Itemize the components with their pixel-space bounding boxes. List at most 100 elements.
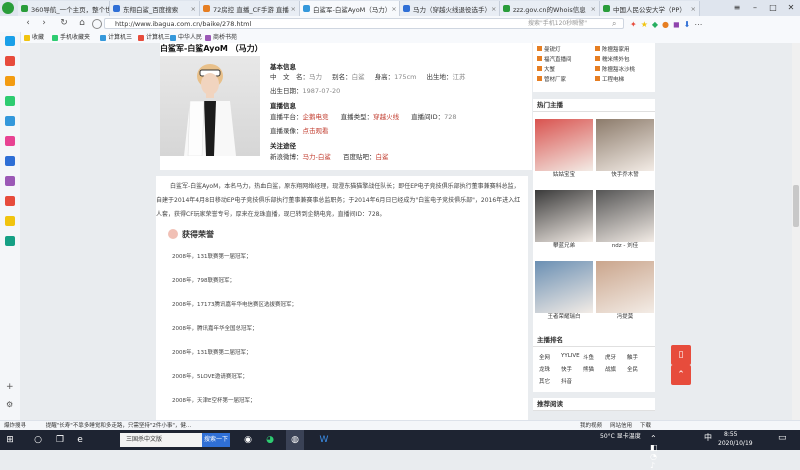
tab-close-icon[interactable]: ×	[191, 5, 199, 13]
taskbar-search-button[interactable]: 搜索一下	[202, 433, 230, 447]
promo-link[interactable]: 福汽直播间	[537, 55, 572, 63]
bookmark-item[interactable]: 收藏	[24, 32, 44, 43]
tab-close-icon[interactable]: ×	[391, 5, 399, 13]
status-left[interactable]: 爆炸搜寻	[4, 423, 26, 429]
anchor-photo[interactable]	[596, 119, 654, 171]
add-icon[interactable]: +	[6, 382, 14, 392]
back-to-top-icon[interactable]: ⌃	[671, 365, 691, 385]
tab-close-icon[interactable]: ×	[691, 5, 699, 13]
sidebar-app-icon[interactable]	[5, 176, 15, 186]
star-icon[interactable]: ★	[641, 20, 648, 29]
sidebar-app-icon[interactable]	[5, 96, 15, 106]
anchor-card[interactable]: 攀蓝兄弟	[535, 190, 593, 250]
rank-filter-link[interactable]: 其它	[539, 377, 550, 385]
bookmark-item[interactable]: 计算机三	[100, 32, 132, 43]
rank-filter-link[interactable]: 抖音	[561, 377, 572, 385]
ime-icon[interactable]: 中	[704, 432, 712, 443]
task-view-icon[interactable]: ❐	[52, 430, 68, 450]
anchor-name[interactable]: 王者荣耀瑞白	[535, 313, 593, 321]
sidebar-app-icon[interactable]	[5, 156, 15, 166]
clock-date[interactable]: 2020/10/19	[718, 440, 753, 447]
rank-filter-link[interactable]: 快手	[561, 365, 572, 373]
sidebar-app-icon[interactable]	[5, 56, 15, 66]
forward-icon[interactable]: ›	[38, 17, 50, 30]
anchor-card[interactable]: 王者荣耀瑞白	[535, 261, 593, 321]
extension-icon[interactable]: ✦	[630, 20, 637, 29]
ie-icon[interactable]: e	[72, 430, 88, 450]
scrollbar-thumb[interactable]	[793, 185, 799, 227]
scrollbar[interactable]	[792, 43, 800, 420]
rank-filter-link[interactable]: 触手	[627, 353, 638, 361]
sidebar-app-icon[interactable]	[5, 236, 15, 246]
anchor-photo[interactable]	[596, 190, 654, 242]
tab-item[interactable]: 东翔白鲨_百度搜索 ×	[110, 1, 200, 16]
type-link[interactable]: 穿越火线	[373, 113, 399, 121]
anchor-name[interactable]: 姑姑宝宝	[535, 171, 593, 179]
tab-item[interactable]: 白鲨军-白鲨AyoM（马力） ×	[300, 1, 400, 16]
status-news[interactable]: 提醒"长寿"不靠多睡觉和多走路，只需坚持"2件小事"，健...	[46, 423, 191, 429]
tab-item[interactable]: 马力（穿越火线退役选手） ×	[400, 1, 500, 16]
cortana-icon[interactable]: ○	[30, 430, 46, 450]
anchor-card[interactable]: 冯提莫	[596, 261, 654, 321]
shield-icon[interactable]: ◆	[652, 20, 658, 29]
platform-link[interactable]: 企鹅电竞	[303, 113, 329, 121]
anchor-name[interactable]: 冯提莫	[596, 313, 654, 321]
bookmark-item[interactable]: 中华人民	[170, 32, 202, 43]
promo-link[interactable]: 工程电梯	[595, 75, 624, 83]
settings-icon[interactable]: ⚙	[6, 400, 13, 409]
tab-close-icon[interactable]: ×	[291, 5, 299, 13]
maximize-icon[interactable]: □	[764, 0, 782, 16]
anchor-photo[interactable]	[535, 261, 593, 313]
browser-taskbar-icon[interactable]: ◍	[286, 430, 304, 450]
back-icon[interactable]: ‹	[22, 17, 34, 30]
sidebar-app-icon[interactable]	[5, 196, 15, 206]
menu-icon[interactable]: ≡	[728, 0, 746, 16]
anchor-card[interactable]: 快手乔木誓	[596, 119, 654, 179]
rank-filter-link[interactable]: 全网	[539, 353, 550, 361]
chrome-icon[interactable]: ◉	[240, 430, 256, 450]
sidebar-app-icon[interactable]	[5, 36, 15, 46]
promo-link[interactable]: 大蟹	[537, 65, 555, 73]
tab-item[interactable]: zzz.gov.cn的Whois信息 ×	[500, 1, 600, 16]
promo-link[interactable]: 曼锐灯	[537, 45, 561, 53]
tab-item[interactable]: 中国人民公安大学（PP） ×	[600, 1, 700, 16]
reload-icon[interactable]: ↻	[58, 17, 70, 30]
home-icon[interactable]: ⌂	[76, 17, 88, 30]
rank-filter-link[interactable]: 斗鱼	[583, 353, 594, 361]
anchor-name[interactable]: 攀蓝兄弟	[535, 242, 593, 250]
replay-link[interactable]: 点击观看	[303, 127, 329, 135]
anchor-photo[interactable]	[535, 190, 593, 242]
wechat-icon[interactable]: ◕	[262, 430, 278, 450]
promo-link[interactable]: 陈擅豁家用	[595, 45, 630, 53]
rank-filter-link[interactable]: 虎牙	[605, 353, 616, 361]
anchor-photo[interactable]	[596, 261, 654, 313]
sidebar-app-icon[interactable]	[5, 216, 15, 226]
search-input[interactable]: 搜索"手机120秒瞬警"	[528, 18, 608, 29]
weather-text[interactable]: 50°C 显卡温度	[600, 433, 641, 440]
promo-link[interactable]: 陈擅豁冰沙桃	[595, 65, 635, 73]
sidebar-app-icon[interactable]	[5, 116, 15, 126]
promo-link[interactable]: 管材厂家	[537, 75, 566, 83]
sidebar-app-icon[interactable]	[5, 136, 15, 146]
anchor-name[interactable]: ndz - 刘佳	[596, 242, 654, 250]
close-icon[interactable]: ✕	[782, 0, 800, 16]
rank-filter-link[interactable]: 熊猫	[583, 365, 594, 373]
clock-time[interactable]: 8:55	[724, 431, 737, 438]
windows-start-icon[interactable]: ⊞	[0, 430, 20, 450]
search-icon[interactable]: ⌕	[612, 19, 616, 29]
anchor-name[interactable]: 快手乔木誓	[596, 171, 654, 179]
bookmark-item[interactable]: 商桥书苑	[205, 32, 237, 43]
game-icon[interactable]: ◼	[673, 20, 680, 29]
bookmark-item[interactable]: 计算机三	[138, 32, 170, 43]
user-icon[interactable]: ●	[662, 20, 669, 29]
anchor-photo[interactable]	[535, 119, 593, 171]
tieba-link[interactable]: 白鲨	[375, 153, 388, 161]
mobile-icon[interactable]: ▯	[671, 345, 691, 365]
minimize-icon[interactable]: –	[746, 0, 764, 16]
word-icon[interactable]: W	[316, 430, 332, 450]
site-info-icon[interactable]	[92, 19, 102, 29]
weibo-link[interactable]: 马力-白鲨	[303, 153, 331, 161]
rank-filter-link[interactable]: 全民	[627, 365, 638, 373]
browser-home-icon[interactable]	[2, 2, 14, 14]
anchor-card[interactable]: 姑姑宝宝	[535, 119, 593, 179]
